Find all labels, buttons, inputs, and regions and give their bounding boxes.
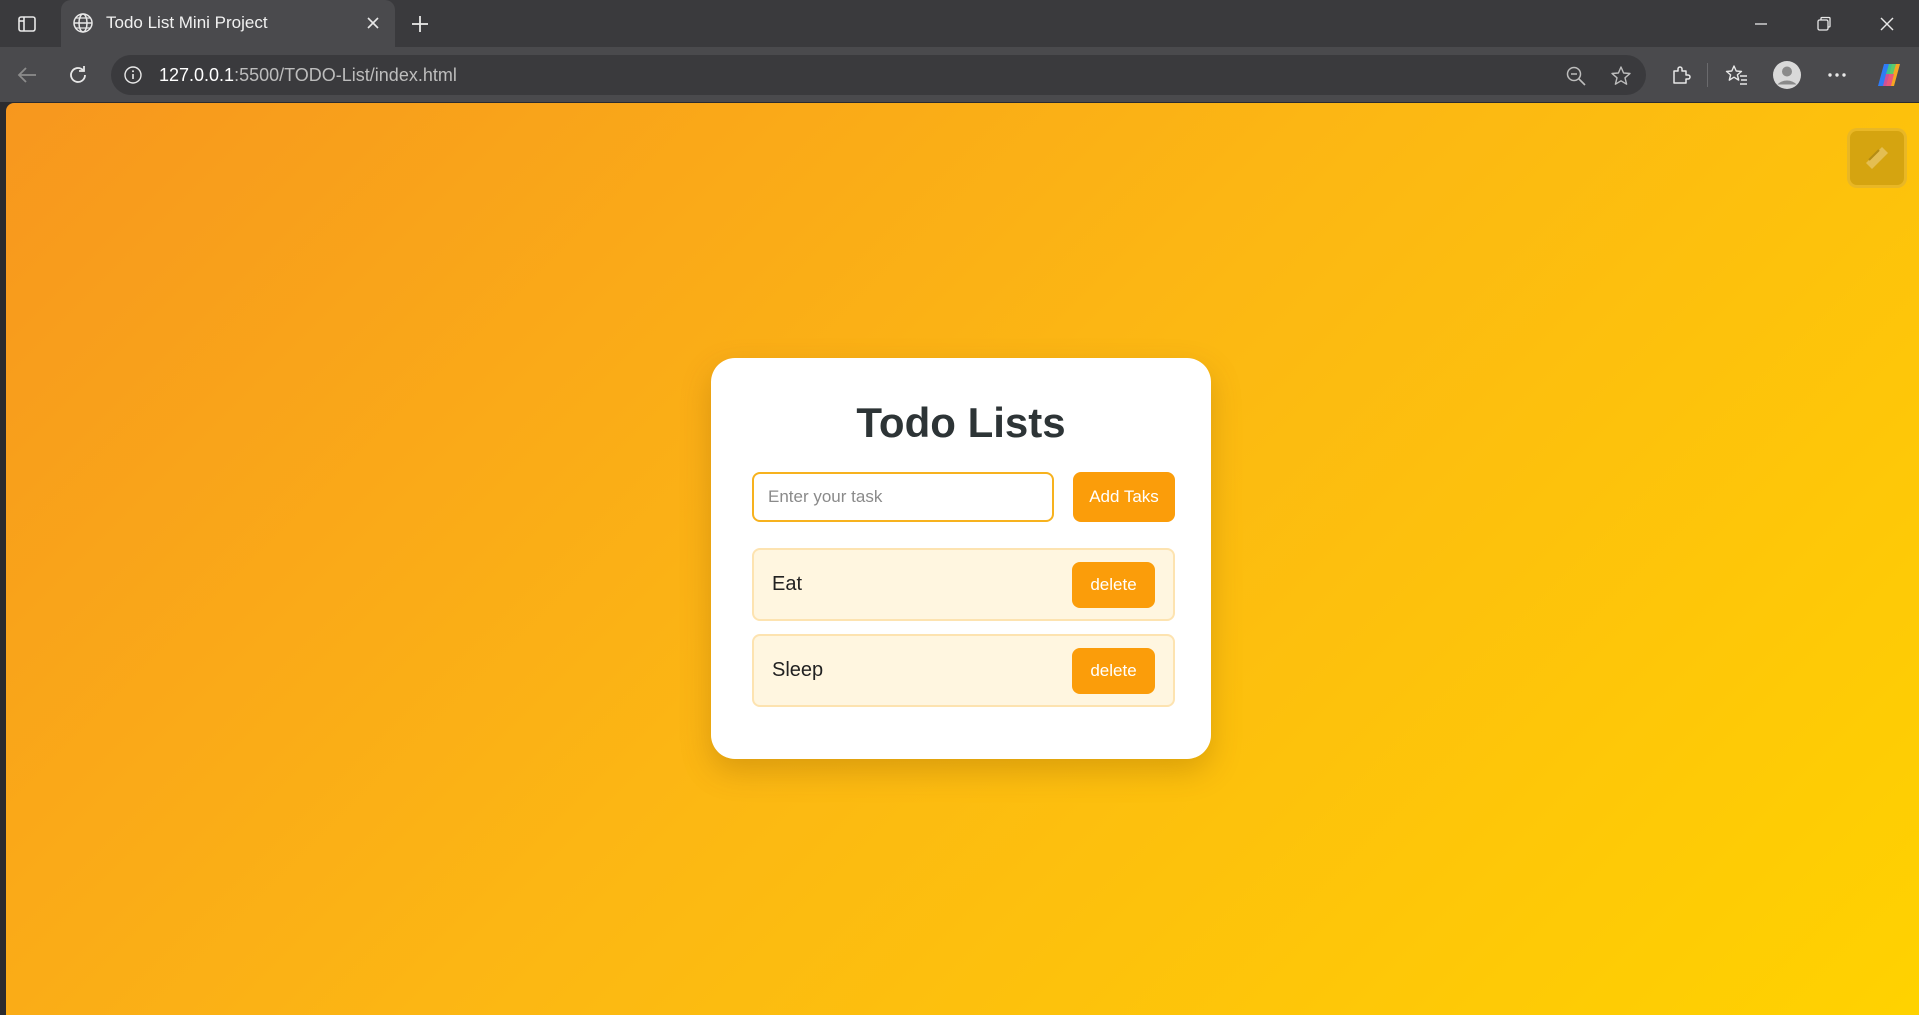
browser-tab[interactable]: Todo List Mini Project bbox=[61, 0, 395, 47]
minimize-icon[interactable] bbox=[1730, 0, 1792, 47]
extension-overlay-icon[interactable] bbox=[1847, 128, 1907, 188]
task-list: Eat delete Sleep delete bbox=[752, 548, 1175, 720]
new-tab-plus-icon[interactable] bbox=[405, 9, 435, 39]
list-item: Eat delete bbox=[752, 548, 1175, 621]
delete-button[interactable]: delete bbox=[1072, 648, 1155, 694]
browser-titlebar: Todo List Mini Project bbox=[0, 0, 1919, 47]
page-viewport: Todo Lists Add Taks Eat delete Sleep del… bbox=[6, 103, 1919, 1015]
address-bar[interactable]: 127.0.0.1:5500/TODO-List/index.html bbox=[111, 55, 1646, 95]
url-text[interactable]: 127.0.0.1:5500/TODO-List/index.html bbox=[159, 55, 457, 95]
close-window-icon[interactable] bbox=[1856, 0, 1918, 47]
add-task-button[interactable]: Add Taks bbox=[1073, 472, 1175, 522]
back-arrow-icon[interactable] bbox=[11, 59, 43, 91]
info-icon[interactable] bbox=[121, 63, 145, 87]
todo-card: Todo Lists Add Taks Eat delete Sleep del… bbox=[711, 358, 1211, 759]
task-text: Sleep bbox=[772, 659, 824, 681]
toolbar-divider bbox=[1707, 63, 1708, 87]
page-title: Todo Lists bbox=[856, 399, 1066, 446]
reload-icon[interactable] bbox=[62, 59, 94, 91]
tab-strip-icon[interactable] bbox=[12, 9, 42, 39]
url-path: :5500/TODO-List/index.html bbox=[234, 65, 457, 85]
delete-button[interactable]: delete bbox=[1072, 562, 1155, 608]
browser-toolbar: 127.0.0.1:5500/TODO-List/index.html bbox=[0, 47, 1919, 102]
task-text: Eat bbox=[772, 573, 803, 595]
zoom-out-icon[interactable] bbox=[1563, 63, 1589, 89]
puzzle-icon[interactable] bbox=[1665, 59, 1697, 91]
globe-icon bbox=[71, 11, 95, 35]
list-item: Sleep delete bbox=[752, 634, 1175, 707]
more-icon[interactable] bbox=[1821, 59, 1853, 91]
copilot-icon[interactable] bbox=[1873, 59, 1905, 91]
star-icon[interactable] bbox=[1608, 63, 1634, 89]
avatar-icon[interactable] bbox=[1771, 59, 1803, 91]
tab-title: Todo List Mini Project bbox=[106, 13, 268, 32]
url-host: 127.0.0.1 bbox=[159, 65, 235, 85]
favorites-icon[interactable] bbox=[1721, 59, 1753, 91]
restore-icon[interactable] bbox=[1793, 0, 1855, 47]
tab-close-icon[interactable] bbox=[361, 11, 385, 35]
task-input[interactable] bbox=[752, 472, 1054, 522]
